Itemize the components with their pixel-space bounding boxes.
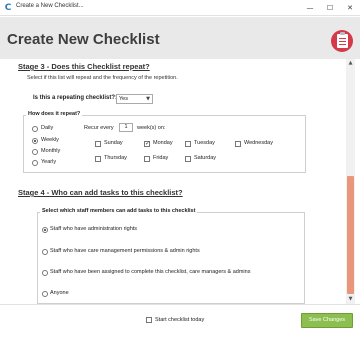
window-titlebar: C Create a New Checklist... — ☐ ✕ xyxy=(0,0,360,16)
stage3-description: Select if this list will repeat and the … xyxy=(27,75,178,81)
radio-assigned-staff-label: Staff who have been assigned to complete… xyxy=(50,269,251,275)
repeat-panel-legend: How does it repeat? xyxy=(26,111,83,117)
start-today-label: Start checklist today xyxy=(155,317,205,323)
radio-weekly[interactable] xyxy=(32,138,38,144)
day-thursday-label: Thursday xyxy=(104,155,127,161)
day-monday-label: Monday xyxy=(153,140,173,146)
day-friday-label: Friday xyxy=(153,155,169,161)
repeat-label: Is this a repeating checklist?: xyxy=(33,95,118,101)
staff-panel-legend: Select which staff members can add tasks… xyxy=(40,208,198,214)
scroll-up-icon[interactable]: ▲ xyxy=(346,59,355,68)
start-today-checkbox[interactable] xyxy=(146,317,152,323)
radio-anyone-label: Anyone xyxy=(50,290,69,296)
day-thursday-checkbox[interactable] xyxy=(95,156,101,162)
scrollbar-thumb[interactable] xyxy=(347,176,354,294)
vertical-scrollbar[interactable]: ▲ ▼ xyxy=(346,59,355,304)
radio-yearly[interactable] xyxy=(32,160,38,166)
day-wednesday-checkbox[interactable] xyxy=(235,141,241,147)
scroll-down-icon[interactable]: ▼ xyxy=(346,295,355,304)
radio-monthly[interactable] xyxy=(32,149,38,155)
app-logo-icon: C xyxy=(4,3,12,13)
day-wednesday-label: Wednesday xyxy=(244,140,273,146)
page-title: Create New Checklist xyxy=(7,31,160,48)
recur-label: Recur every xyxy=(84,125,114,131)
repeat-panel: How does it repeat? Daily Weekly Monthly… xyxy=(23,111,306,173)
stage3-title: Stage 3 - Does this Checklist repeat? xyxy=(18,62,150,71)
radio-assigned-staff[interactable] xyxy=(42,270,48,276)
stage4-title: Stage 4 - Who can add tasks to this chec… xyxy=(18,188,183,197)
radio-care-management-label: Staff who have care management permissio… xyxy=(50,248,200,254)
day-sunday-checkbox[interactable] xyxy=(95,141,101,147)
clipboard-sheet xyxy=(337,32,348,48)
day-saturday-label: Saturday xyxy=(194,155,217,161)
window-title: Create a New Checklist... xyxy=(16,3,84,9)
form-content: Stage 3 - Does this Checklist repeat? Se… xyxy=(0,59,360,304)
recur-interval-input[interactable]: 1 xyxy=(119,123,133,132)
radio-daily-label: Daily xyxy=(41,125,54,131)
radio-monthly-label: Monthly xyxy=(41,148,61,154)
radio-yearly-label: Yearly xyxy=(41,159,57,165)
day-sunday-label: Sunday xyxy=(104,140,123,146)
radio-weekly-label: Weekly xyxy=(41,137,59,143)
staff-panel: Select which staff members can add tasks… xyxy=(37,208,305,304)
repeat-select[interactable]: Yes ▼ xyxy=(116,94,153,104)
radio-anyone[interactable] xyxy=(42,291,48,297)
day-tuesday-checkbox[interactable] xyxy=(185,141,191,147)
radio-daily[interactable] xyxy=(32,126,38,132)
radio-admin-rights-label: Staff who have administration rights xyxy=(50,226,138,232)
close-icon[interactable]: ✕ xyxy=(340,0,360,16)
chevron-down-icon: ▼ xyxy=(146,96,150,102)
maximize-icon[interactable]: ☐ xyxy=(320,0,340,16)
day-saturday-checkbox[interactable] xyxy=(185,156,191,162)
footer-bar: Start checklist today Save Changes xyxy=(0,304,360,360)
minimize-icon[interactable]: — xyxy=(300,0,320,16)
day-tuesday-label: Tuesday xyxy=(194,140,215,146)
radio-care-management[interactable] xyxy=(42,249,48,255)
page-header: Create New Checklist xyxy=(0,17,360,59)
repeat-select-value: Yes xyxy=(119,96,128,102)
save-changes-button[interactable]: Save Changes xyxy=(301,313,353,328)
radio-admin-rights[interactable] xyxy=(42,227,48,233)
recur-suffix: week(s) on: xyxy=(137,125,166,131)
day-friday-checkbox[interactable] xyxy=(144,156,150,162)
day-monday-checkbox[interactable] xyxy=(144,140,150,147)
